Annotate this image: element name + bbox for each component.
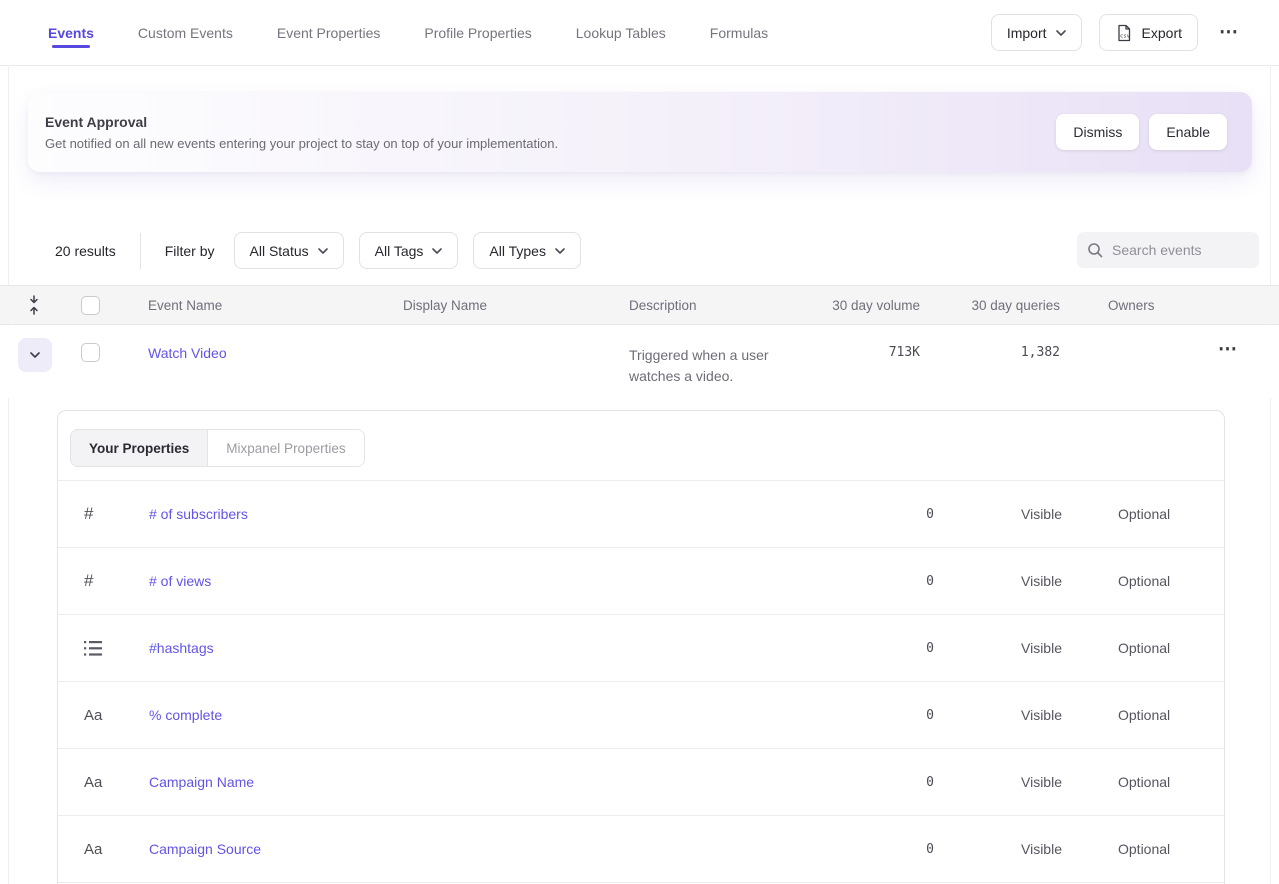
- window-left-edge: [8, 67, 9, 884]
- window-right-edge: [1270, 67, 1271, 884]
- enable-button[interactable]: Enable: [1149, 114, 1227, 150]
- property-name-link[interactable]: # of subscribers: [149, 506, 248, 522]
- tab-mixpanel-properties[interactable]: Mixpanel Properties: [208, 430, 363, 466]
- search-icon: [1087, 242, 1103, 258]
- property-visibility[interactable]: Visible: [1021, 573, 1118, 589]
- property-name-link[interactable]: #hashtags: [149, 640, 214, 656]
- text-icon: Aa: [58, 707, 149, 724]
- col-display-name[interactable]: Display Name: [403, 298, 629, 313]
- property-row: # # of subscribers 0 Visible Optional: [58, 481, 1224, 548]
- event-queries: 1,382: [920, 326, 1060, 398]
- property-name-link[interactable]: # of views: [149, 573, 211, 589]
- dismiss-button[interactable]: Dismiss: [1056, 114, 1139, 150]
- divider: [140, 233, 141, 269]
- event-row-watch-video: Watch Video Triggered when a user watche…: [0, 326, 1279, 398]
- filter-by-label: Filter by: [165, 243, 215, 259]
- types-filter-dropdown[interactable]: All Types: [473, 232, 581, 269]
- nav-tab-list: Events Custom Events Event Properties Pr…: [48, 0, 768, 65]
- property-volume: 0: [834, 775, 1021, 790]
- number-icon: #: [58, 571, 149, 591]
- status-filter-dropdown[interactable]: All Status: [234, 232, 344, 269]
- event-owners: [1060, 326, 1190, 398]
- search-input[interactable]: [1112, 242, 1242, 258]
- types-filter-label: All Types: [489, 243, 546, 259]
- property-requirement[interactable]: Optional: [1118, 640, 1224, 656]
- collapse-row-button[interactable]: [18, 338, 52, 372]
- event-display-name: [403, 326, 629, 398]
- row-more-icon[interactable]: ⋯: [1190, 326, 1218, 398]
- property-visibility[interactable]: Visible: [1021, 707, 1118, 723]
- event-name-link[interactable]: Watch Video: [148, 345, 227, 361]
- chevron-down-icon: [318, 248, 328, 254]
- property-volume: 0: [834, 641, 1021, 656]
- chevron-down-icon: [1056, 30, 1066, 36]
- text-icon: Aa: [58, 841, 149, 858]
- property-requirement[interactable]: Optional: [1118, 506, 1224, 522]
- property-name-link[interactable]: Campaign Name: [149, 774, 254, 790]
- properties-tab-group: Your Properties Mixpanel Properties: [70, 429, 365, 467]
- event-approval-banner: Event Approval Get notified on all new e…: [28, 92, 1252, 172]
- row-checkbox[interactable]: [81, 343, 100, 362]
- chevron-down-icon: [555, 248, 565, 254]
- col-owners[interactable]: Owners: [1060, 298, 1190, 313]
- status-filter-label: All Status: [250, 243, 309, 259]
- chevron-down-icon: [432, 248, 442, 254]
- csv-file-icon: csv: [1115, 24, 1133, 42]
- list-icon: [84, 641, 102, 656]
- tab-events[interactable]: Events: [48, 0, 94, 65]
- filter-bar: 20 results Filter by All Status All Tags…: [0, 232, 1279, 269]
- banner-description: Get notified on all new events entering …: [45, 136, 558, 151]
- tab-event-properties[interactable]: Event Properties: [277, 0, 381, 65]
- property-volume: 0: [834, 507, 1021, 522]
- import-button-label: Import: [1007, 25, 1047, 41]
- event-description: Triggered when a user watches a video.: [629, 326, 810, 398]
- property-row: Aa % complete 0 Visible Optional: [58, 682, 1224, 749]
- export-button-label: Export: [1142, 25, 1182, 41]
- search-events-box[interactable]: [1077, 232, 1259, 268]
- tab-lookup-tables[interactable]: Lookup Tables: [576, 0, 666, 65]
- col-30-day-volume[interactable]: 30 day volume: [810, 298, 920, 313]
- property-visibility[interactable]: Visible: [1021, 506, 1118, 522]
- property-requirement[interactable]: Optional: [1118, 774, 1224, 790]
- select-all-checkbox[interactable]: [81, 296, 100, 315]
- import-button[interactable]: Import: [991, 14, 1082, 51]
- col-description[interactable]: Description: [629, 298, 810, 313]
- property-row: Aa Campaign Source 0 Visible Optional: [58, 816, 1224, 883]
- tab-profile-properties[interactable]: Profile Properties: [424, 0, 531, 65]
- col-event-name[interactable]: Event Name: [148, 298, 403, 313]
- property-name-link[interactable]: Campaign Source: [149, 841, 261, 857]
- more-menu-icon[interactable]: ⋯: [1215, 21, 1243, 44]
- property-row: #hashtags 0 Visible Optional: [58, 615, 1224, 682]
- property-visibility[interactable]: Visible: [1021, 774, 1118, 790]
- property-name-link[interactable]: % complete: [149, 707, 222, 723]
- property-requirement[interactable]: Optional: [1118, 707, 1224, 723]
- chevron-down-icon: [30, 352, 40, 358]
- event-volume: 713K: [810, 326, 920, 398]
- property-visibility[interactable]: Visible: [1021, 640, 1118, 656]
- property-requirement[interactable]: Optional: [1118, 573, 1224, 589]
- property-requirement[interactable]: Optional: [1118, 841, 1224, 857]
- events-table-header: Event Name Display Name Description 30 d…: [0, 285, 1279, 325]
- top-nav: Events Custom Events Event Properties Pr…: [0, 0, 1279, 66]
- property-row: Aa Campaign Name 0 Visible Optional: [58, 749, 1224, 816]
- property-volume: 0: [834, 708, 1021, 723]
- number-icon: #: [58, 504, 149, 524]
- property-row: # # of views 0 Visible Optional: [58, 548, 1224, 615]
- banner-title: Event Approval: [45, 114, 558, 130]
- export-button[interactable]: csv Export: [1099, 14, 1198, 51]
- tab-custom-events[interactable]: Custom Events: [138, 0, 233, 65]
- property-volume: 0: [834, 842, 1021, 857]
- tags-filter-dropdown[interactable]: All Tags: [359, 232, 459, 269]
- results-count: 20 results: [55, 243, 116, 259]
- svg-text:csv: csv: [1120, 33, 1131, 39]
- property-volume: 0: [834, 574, 1021, 589]
- properties-panel: Your Properties Mixpanel Properties # # …: [57, 410, 1225, 884]
- collapse-all-icon[interactable]: [28, 295, 40, 315]
- text-icon: Aa: [58, 774, 149, 791]
- tags-filter-label: All Tags: [375, 243, 424, 259]
- property-visibility[interactable]: Visible: [1021, 841, 1118, 857]
- tab-your-properties[interactable]: Your Properties: [71, 430, 208, 466]
- col-30-day-queries[interactable]: 30 day queries: [920, 298, 1060, 313]
- tab-formulas[interactable]: Formulas: [710, 0, 768, 65]
